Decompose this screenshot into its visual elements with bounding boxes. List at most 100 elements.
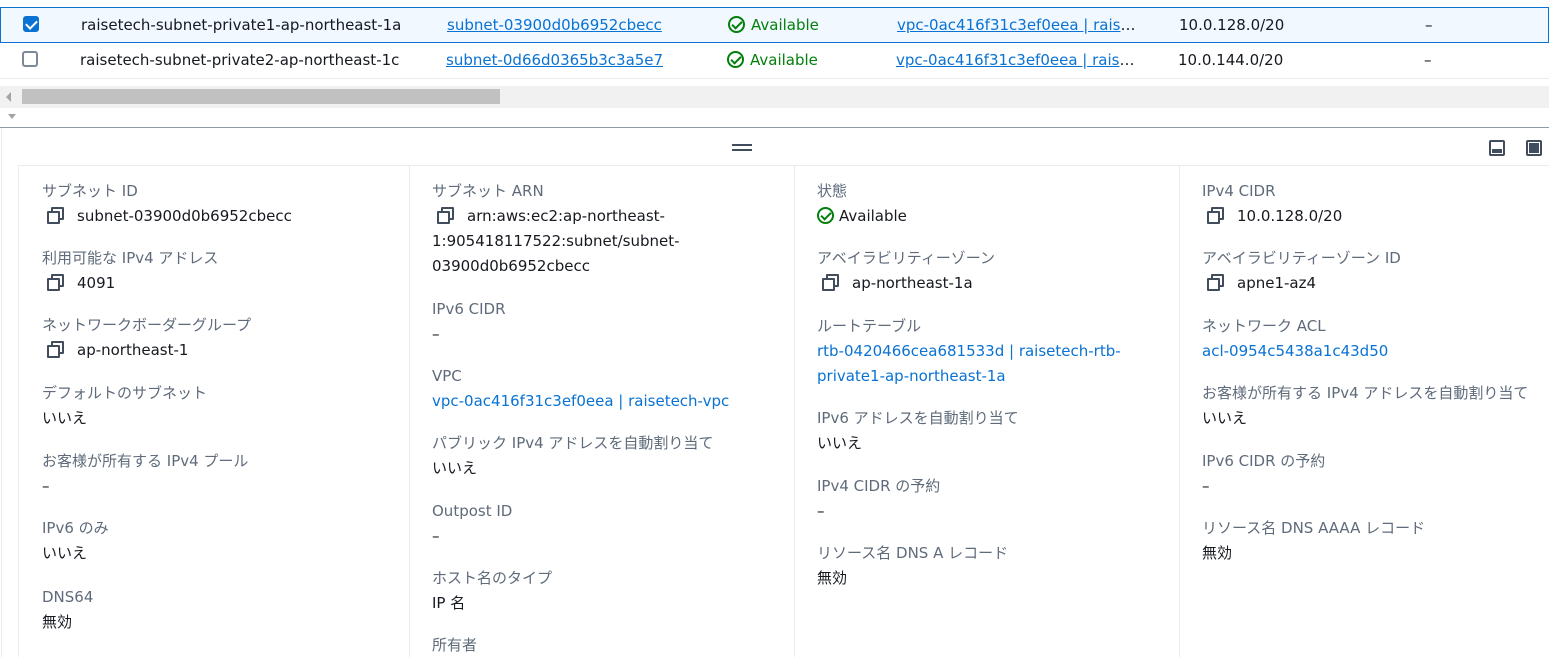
copy-icon[interactable] [47, 274, 64, 291]
split-panel: サブネット ID subnet-03900d0b6952cbecc 利用可能な … [0, 127, 1549, 657]
field-dns-aaaa-record: リソース名 DNS AAAA レコード 無効 [1180, 517, 1549, 566]
table-row[interactable]: raisetech-subnet-private1-ap-northeast-1… [0, 7, 1549, 43]
field-value: 無効 [42, 613, 73, 631]
copy-icon[interactable] [822, 274, 839, 291]
field-value: apne1-az4 [1237, 274, 1317, 292]
field-ipv6-cidr: IPv6 CIDR – [410, 298, 794, 347]
field-label: IPv4 CIDR の予約 [817, 477, 941, 495]
field-availability-zone-id: アベイラビリティーゾーン ID apne1-az4 [1180, 247, 1549, 296]
scrollbar-thumb[interactable] [22, 89, 500, 104]
field-label: ホスト名のタイプ [432, 569, 553, 587]
field-label: Outpost ID [432, 502, 513, 520]
subnet-id-link[interactable]: subnet-0d66d0365b3c3a5e7 [446, 51, 663, 69]
field-label: サブネット ARN [432, 182, 544, 200]
field-label: ルートテーブル [817, 317, 922, 335]
split-panel-bottom-icon[interactable] [1489, 140, 1505, 156]
field-ipv4-cidr-reservation: IPv4 CIDR の予約 – [795, 475, 1179, 524]
vpc-link[interactable]: vpc-0ac416f31c3ef0eea | raisetech-vpc [432, 392, 729, 410]
field-label: お客様が所有する IPv4 アドレスを自動割り当て [1202, 384, 1529, 402]
field-dns-a-record: リソース名 DNS A レコード 無効 [795, 542, 1179, 591]
vpc-link[interactable]: vpc-0ac416f31c3ef0eea | raisetech-vpc [896, 51, 1142, 69]
field-subnet-id: サブネット ID subnet-03900d0b6952cbecc [19, 180, 409, 229]
route-table-link[interactable]: private1-ap-northeast-1a [817, 367, 1006, 385]
ipv4-cidr: 10.0.144.0/20 [1178, 51, 1284, 69]
field-value: – [432, 325, 440, 343]
field-owner: 所有者 [410, 634, 794, 656]
field-label: IPv4 CIDR [1202, 182, 1276, 200]
field-outpost-id: Outpost ID – [410, 500, 794, 549]
vpc-link[interactable]: vpc-0ac416f31c3ef0eea | raisetech-vpc [897, 16, 1143, 34]
network-acl-link[interactable]: acl-0954c5438a1c43d50 [1202, 342, 1388, 360]
field-label: パブリック IPv4 アドレスを自動割り当て [432, 434, 714, 452]
scroll-gutter [0, 108, 1549, 127]
drag-handle-icon[interactable] [732, 144, 752, 152]
field-label: お客様が所有する IPv4 プール [42, 452, 249, 470]
subnet-state: Available [728, 8, 878, 42]
field-vpc: VPC vpc-0ac416f31c3ef0eea | raisetech-vp… [410, 365, 794, 414]
field-label: リソース名 DNS AAAA レコード [1202, 519, 1426, 537]
copy-icon[interactable] [47, 207, 64, 224]
field-value: Available [839, 207, 907, 225]
field-value: – [42, 477, 50, 495]
field-value: IP 名 [432, 594, 466, 612]
field-value: ap-northeast-1a [852, 274, 973, 292]
row-checkbox-cell[interactable] [23, 8, 43, 42]
subnet-state-text: Available [750, 51, 818, 69]
field-value: 03900d0b6952cbecc [432, 257, 590, 275]
copy-icon[interactable] [1207, 207, 1224, 224]
field-label: サブネット ID [42, 182, 138, 200]
field-value: いいえ [817, 434, 863, 452]
row-checkbox[interactable] [22, 51, 38, 67]
field-label: 状態 [817, 182, 848, 200]
field-ipv6-only: IPv6 のみ いいえ [19, 517, 409, 566]
field-network-acl: ネットワーク ACL acl-0954c5438a1c43d50 [1180, 315, 1549, 364]
field-value: – [1202, 477, 1210, 495]
subnet-state-text: Available [751, 16, 819, 34]
route-table-link[interactable]: rtb-0420466cea681533d | raisetech-rtb- [817, 342, 1121, 360]
field-label: アベイラビリティーゾーン [817, 249, 996, 267]
ipv6-cidr: – [1424, 51, 1432, 69]
field-available-ipv4: 利用可能な IPv4 アドレス 4091 [19, 247, 409, 296]
field-value: いいえ [42, 409, 88, 427]
field-label: 所有者 [432, 636, 478, 654]
status-available-icon [727, 50, 744, 68]
row-checkbox-checked[interactable] [23, 16, 39, 32]
field-label: IPv6 CIDR の予約 [1202, 452, 1326, 470]
field-customer-owned-pool: お客様が所有する IPv4 プール – [19, 450, 409, 499]
field-subnet-arn: サブネット ARN arn:aws:ec2:ap-northeast- 1:90… [410, 180, 794, 279]
table-row[interactable]: raisetech-subnet-private2-ap-northeast-1… [0, 43, 1549, 79]
field-value: 1:905418117522:subnet/subnet- [432, 232, 680, 250]
field-ipv6-cidr-reservation: IPv6 CIDR の予約 – [1180, 450, 1549, 499]
field-label: ネットワークボーダーグループ [42, 316, 252, 334]
field-availability-zone: アベイラビリティーゾーン ap-northeast-1a [795, 247, 1179, 296]
row-checkbox-cell[interactable] [22, 43, 42, 77]
field-value: ap-northeast-1 [77, 341, 189, 359]
copy-icon[interactable] [1207, 274, 1224, 291]
field-label: ネットワーク ACL [1202, 317, 1326, 335]
split-panel-side-icon[interactable] [1526, 140, 1542, 156]
details-column-2: サブネット ARN arn:aws:ec2:ap-northeast- 1:90… [409, 166, 794, 657]
field-label: アベイラビリティーゾーン ID [1202, 249, 1401, 267]
status-available-icon [728, 15, 745, 33]
field-route-table: ルートテーブル rtb-0420466cea681533d | raisetec… [795, 315, 1179, 389]
ipv4-cidr: 10.0.128.0/20 [1179, 16, 1285, 34]
scroll-left-arrow-icon[interactable] [6, 92, 11, 102]
divider [1, 128, 2, 657]
field-network-border-group: ネットワークボーダーグループ ap-northeast-1 [19, 314, 409, 363]
horizontal-scrollbar[interactable] [0, 86, 1549, 108]
field-value: 4091 [77, 274, 116, 292]
field-value: – [817, 502, 825, 520]
field-value: – [432, 527, 440, 545]
copy-icon[interactable] [437, 207, 454, 224]
ipv6-cidr: – [1425, 16, 1433, 34]
subnet-name: raisetech-subnet-private2-ap-northeast-1… [80, 51, 400, 69]
copy-icon[interactable] [47, 341, 64, 358]
field-value: いいえ [432, 459, 478, 477]
field-value: いいえ [42, 544, 88, 562]
scroll-down-arrow-icon[interactable] [8, 114, 16, 119]
field-label: IPv6 CIDR [432, 300, 506, 318]
subnet-id-link[interactable]: subnet-03900d0b6952cbecc [447, 16, 662, 34]
field-value: 10.0.128.0/20 [1237, 207, 1343, 225]
field-label: IPv6 アドレスを自動割り当て [817, 409, 1019, 427]
field-value: subnet-03900d0b6952cbecc [77, 207, 292, 225]
